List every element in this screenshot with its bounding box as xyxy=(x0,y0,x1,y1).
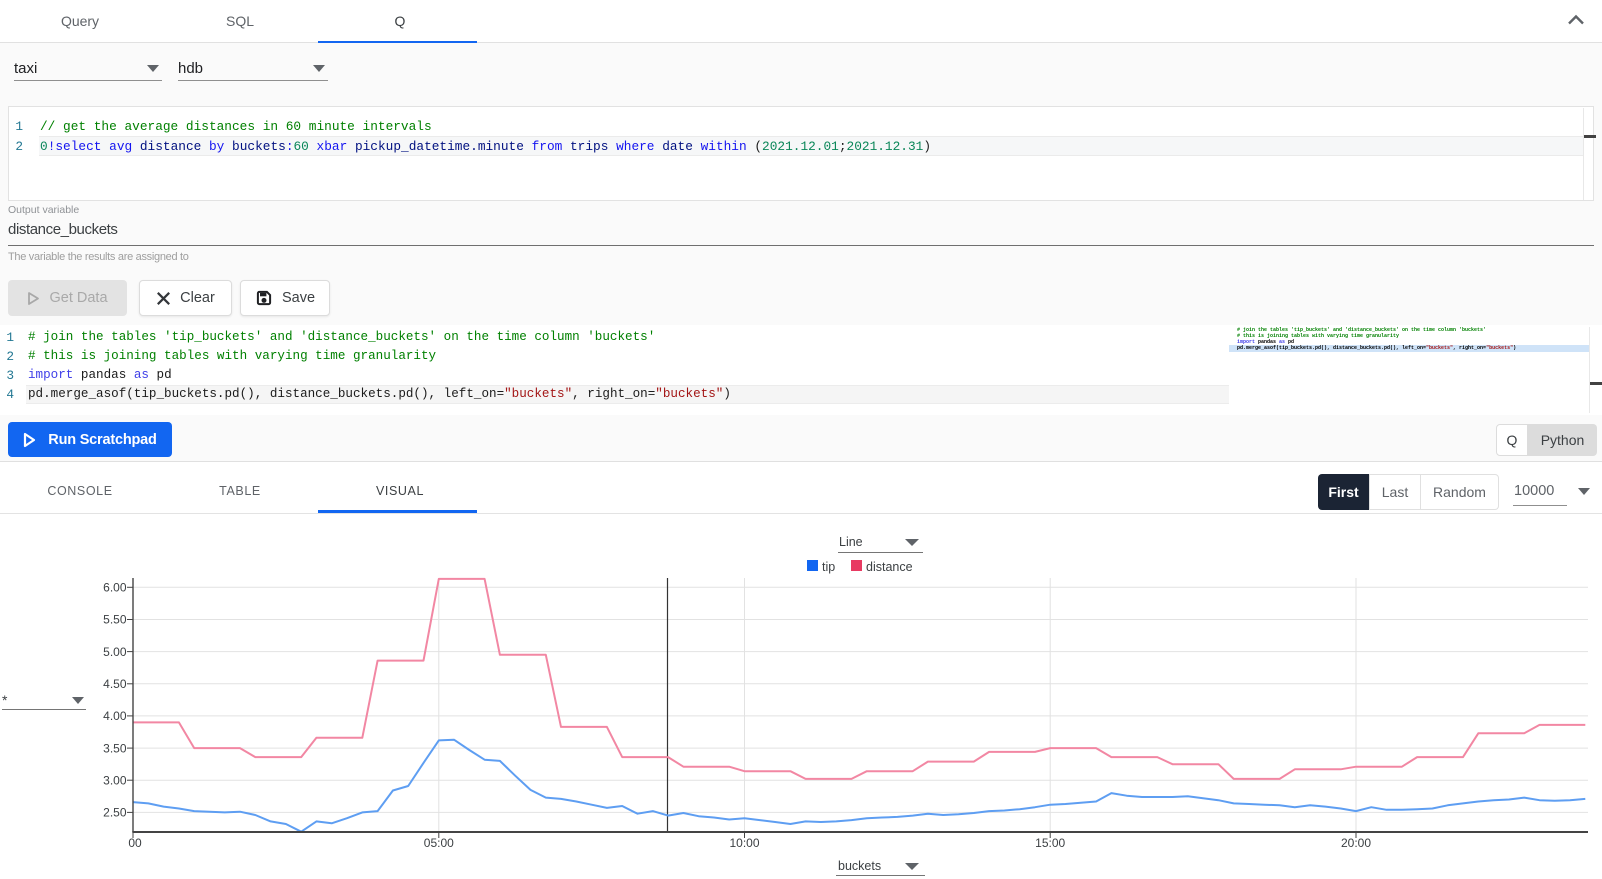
svg-text:4.50: 4.50 xyxy=(103,677,127,691)
svg-text:2.50: 2.50 xyxy=(103,806,127,820)
svg-text:5.00: 5.00 xyxy=(103,645,127,659)
svg-text:00: 00 xyxy=(128,836,142,850)
svg-text:3.00: 3.00 xyxy=(103,773,127,787)
svg-text:10:00: 10:00 xyxy=(729,836,759,850)
svg-text:05:00: 05:00 xyxy=(424,836,454,850)
svg-text:6.00: 6.00 xyxy=(103,581,127,595)
svg-text:3.50: 3.50 xyxy=(103,741,127,755)
svg-text:4.00: 4.00 xyxy=(103,709,127,723)
svg-text:15:00: 15:00 xyxy=(1035,836,1065,850)
svg-text:20:00: 20:00 xyxy=(1341,836,1371,850)
svg-text:5.50: 5.50 xyxy=(103,613,127,627)
